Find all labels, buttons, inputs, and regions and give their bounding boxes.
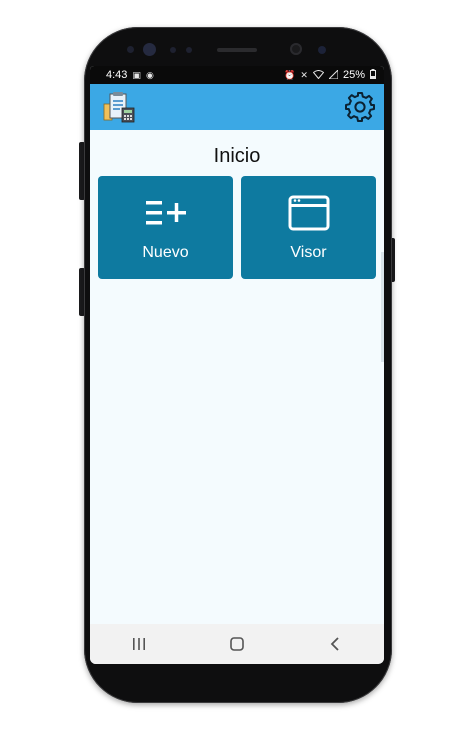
sensor-icon bbox=[318, 46, 326, 54]
app-bar bbox=[90, 84, 384, 130]
nuevo-tile[interactable]: Nuevo bbox=[98, 176, 233, 279]
page-title: Inicio bbox=[213, 145, 261, 167]
visor-tile[interactable]: Visor bbox=[241, 176, 376, 279]
sensor-icon bbox=[170, 47, 176, 53]
tile-label: Visor bbox=[290, 244, 327, 261]
battery-percent: 25% bbox=[342, 69, 365, 81]
browser-window-icon bbox=[288, 194, 330, 232]
recents-icon[interactable] bbox=[119, 629, 159, 659]
mute-icon: ✕ bbox=[300, 69, 308, 80]
back-icon[interactable] bbox=[315, 629, 355, 659]
screen: 4:43 ▣ ◉ ⏰ ✕ 25% Inicio Nuevo Visor bbox=[90, 66, 384, 664]
tile-label: Nuevo bbox=[142, 244, 189, 261]
tiles-grid: Nuevo Visor bbox=[98, 176, 376, 279]
signal-icon bbox=[327, 68, 339, 81]
alarm-icon: ⏰ bbox=[284, 69, 296, 80]
image-icon: ▣ bbox=[132, 69, 141, 80]
home-icon[interactable] bbox=[217, 629, 257, 659]
scrollbar[interactable] bbox=[381, 252, 384, 362]
clock: 4:43 bbox=[106, 69, 128, 81]
iris-camera-icon bbox=[143, 43, 156, 56]
list-add-icon bbox=[144, 194, 188, 232]
app-logo[interactable] bbox=[102, 90, 136, 124]
gear-icon[interactable] bbox=[344, 91, 376, 123]
front-camera-icon bbox=[290, 43, 302, 55]
messenger-icon: ◉ bbox=[145, 69, 154, 80]
battery-icon bbox=[370, 69, 376, 81]
sensor-icon bbox=[186, 47, 192, 53]
navigation-bar bbox=[90, 624, 384, 664]
wifi-icon bbox=[312, 69, 325, 81]
sensor-icon bbox=[127, 46, 134, 53]
status-bar: 4:43 ▣ ◉ ⏰ ✕ 25% bbox=[90, 66, 384, 84]
earpiece-speaker bbox=[217, 48, 257, 52]
